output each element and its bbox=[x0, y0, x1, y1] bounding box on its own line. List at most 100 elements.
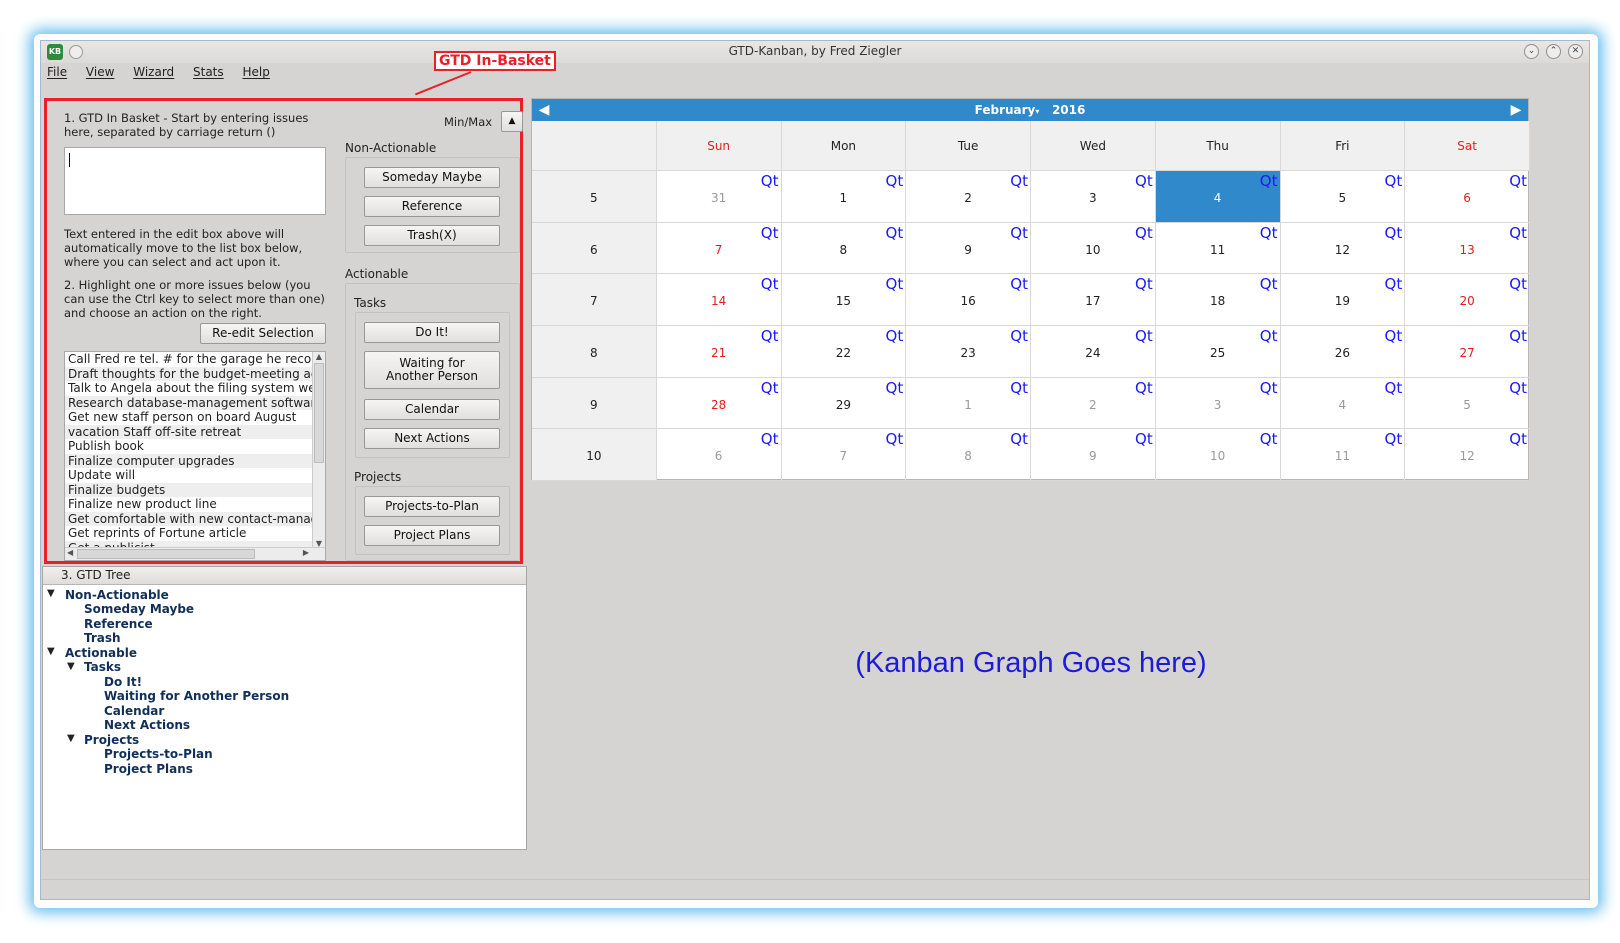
calendar-day-cell[interactable]: Qt 8 bbox=[906, 429, 1031, 481]
tree-node-tasks[interactable]: Tasks bbox=[84, 660, 121, 674]
calendar-day-cell[interactable]: Qt 15 bbox=[781, 274, 907, 326]
calendar-day-cell[interactable]: Qt 22 bbox=[781, 326, 907, 378]
list-vertical-scrollbar[interactable]: ▲ ▼ bbox=[312, 352, 325, 548]
tree-node-projects-to-plan[interactable]: Projects-to-Plan bbox=[104, 747, 213, 761]
list-item[interactable]: Draft thoughts for the budget-meeting ag… bbox=[65, 366, 313, 381]
menu-help[interactable]: Help bbox=[242, 63, 269, 81]
calendar-day-cell[interactable]: Qt 26 bbox=[1280, 326, 1406, 378]
tree-node-calendar[interactable]: Calendar bbox=[104, 704, 164, 718]
do-it-button[interactable]: Do It! bbox=[364, 322, 500, 343]
calendar-day-cell[interactable]: Qt 6 bbox=[1405, 171, 1530, 223]
issue-entry-input[interactable] bbox=[64, 147, 326, 215]
tree-node-projects[interactable]: Projects bbox=[84, 733, 139, 747]
calendar-day-cell[interactable]: Qt 4 bbox=[1155, 171, 1281, 223]
someday-maybe-button[interactable]: Someday Maybe bbox=[364, 167, 500, 188]
gtd-tree[interactable]: 3. GTD Tree ▼ Non-Actionable Someday May… bbox=[42, 566, 527, 850]
close-button[interactable]: ✕ bbox=[1568, 44, 1583, 59]
re-edit-selection-button[interactable]: Re-edit Selection bbox=[200, 323, 326, 344]
calendar-day-cell[interactable]: Qt 2 bbox=[906, 171, 1031, 223]
calendar-day-cell[interactable]: Qt 25 bbox=[1155, 326, 1281, 378]
expand-arrow-icon[interactable]: ▼ bbox=[67, 732, 75, 746]
calendar-day-cell[interactable]: Qt 5 bbox=[1280, 171, 1406, 223]
calendar-day-cell[interactable]: Qt 16 bbox=[906, 274, 1031, 326]
list-item[interactable]: Update will bbox=[65, 468, 313, 483]
calendar-day-cell[interactable]: Qt 3 bbox=[1155, 377, 1281, 430]
list-item[interactable]: Publish book bbox=[65, 439, 313, 454]
tree-node-waiting-for[interactable]: Waiting for Another Person bbox=[104, 689, 289, 703]
tree-node-trash[interactable]: Trash bbox=[84, 631, 121, 645]
calendar-day-cell[interactable]: Qt 23 bbox=[906, 326, 1031, 378]
calendar-day-cell[interactable]: Qt 7 bbox=[656, 222, 782, 275]
waiting-for-button[interactable]: Waiting for Another Person bbox=[364, 351, 500, 389]
tree-node-non-actionable[interactable]: Non-Actionable bbox=[65, 588, 169, 602]
list-item[interactable]: Get reprints of Fortune article bbox=[65, 526, 313, 541]
calendar-day-cell[interactable]: Qt 7 bbox=[781, 429, 907, 481]
menu-wizard[interactable]: Wizard bbox=[133, 63, 174, 81]
calendar-year[interactable]: 2016 bbox=[1052, 103, 1085, 117]
next-actions-button[interactable]: Next Actions bbox=[364, 428, 500, 449]
list-item[interactable]: Talk to Angela about the filing system w… bbox=[65, 381, 313, 396]
calendar-day-cell[interactable]: Qt 10 bbox=[1031, 222, 1156, 275]
calendar-day-cell[interactable]: Qt 18 bbox=[1155, 274, 1281, 326]
title-bar[interactable]: KB GTD-Kanban, by Fred Ziegler ⌄ ⌃ ✕ bbox=[41, 41, 1589, 63]
calendar-button[interactable]: Calendar bbox=[364, 399, 500, 420]
calendar-day-cell[interactable]: Qt 1 bbox=[906, 377, 1031, 430]
tree-header[interactable]: 3. GTD Tree bbox=[43, 567, 526, 585]
menu-view[interactable]: View bbox=[86, 63, 114, 81]
calendar-day-cell[interactable]: Qt 13 bbox=[1405, 222, 1530, 275]
calendar-day-cell[interactable]: Qt 9 bbox=[1031, 429, 1156, 481]
calendar-day-cell[interactable]: Qt 10 bbox=[1155, 429, 1281, 481]
trash-button[interactable]: Trash(X) bbox=[364, 225, 500, 246]
list-horizontal-scrollbar[interactable]: ◀ ▶ bbox=[65, 547, 325, 560]
calendar-day-cell[interactable]: Qt 1 bbox=[781, 171, 907, 223]
calendar-day-cell[interactable]: Qt 2 bbox=[1031, 377, 1156, 430]
list-item[interactable]: Research database-management software on… bbox=[65, 395, 313, 410]
calendar-day-cell[interactable]: Qt 8 bbox=[781, 222, 907, 275]
list-item[interactable]: Finalize computer upgrades bbox=[65, 453, 313, 468]
list-item[interactable]: vacation Staff off-site retreat bbox=[65, 424, 313, 439]
list-item[interactable]: Finalize new product line bbox=[65, 497, 313, 512]
calendar-day-cell[interactable]: Qt 21 bbox=[656, 326, 782, 378]
minmax-button[interactable]: ▲ bbox=[501, 111, 523, 132]
calendar-day-cell[interactable]: Qt 9 bbox=[906, 222, 1031, 275]
list-item[interactable]: Get new staff person on board August bbox=[65, 410, 313, 425]
reference-button[interactable]: Reference bbox=[364, 196, 500, 217]
list-item[interactable]: Finalize budgets bbox=[65, 482, 313, 497]
expand-arrow-icon[interactable]: ▼ bbox=[67, 660, 75, 674]
calendar-day-cell[interactable]: Qt 24 bbox=[1031, 326, 1156, 378]
calendar-day-cell[interactable]: Qt 4 bbox=[1280, 377, 1406, 430]
calendar-day-cell[interactable]: Qt 17 bbox=[1031, 274, 1156, 326]
menu-stats[interactable]: Stats bbox=[193, 63, 224, 81]
minimize-button[interactable]: ⌄ bbox=[1524, 44, 1539, 59]
tree-node-project-plans[interactable]: Project Plans bbox=[104, 762, 193, 776]
tree-node-do-it[interactable]: Do It! bbox=[104, 675, 142, 689]
calendar-month[interactable]: February bbox=[975, 103, 1036, 117]
calendar-day-cell[interactable]: Qt 3 bbox=[1031, 171, 1156, 223]
calendar-day-cell[interactable]: Qt 11 bbox=[1155, 222, 1281, 275]
calendar-day-cell[interactable]: Qt 12 bbox=[1280, 222, 1406, 275]
tree-node-actionable[interactable]: Actionable bbox=[65, 646, 137, 660]
calendar-day-cell[interactable]: Qt 19 bbox=[1280, 274, 1406, 326]
calendar-day-cell[interactable]: Qt 29 bbox=[781, 377, 907, 430]
calendar-day-cell[interactable]: Qt 31 bbox=[656, 171, 782, 223]
project-plans-button[interactable]: Project Plans bbox=[364, 525, 500, 546]
menu-file[interactable]: File bbox=[47, 63, 67, 81]
tree-node-someday-maybe[interactable]: Someday Maybe bbox=[84, 602, 194, 616]
expand-arrow-icon[interactable]: ▼ bbox=[47, 587, 55, 601]
tree-node-next-actions[interactable]: Next Actions bbox=[104, 718, 190, 732]
calendar-day-cell[interactable]: Qt 20 bbox=[1405, 274, 1530, 326]
calendar-day-cell[interactable]: Qt 5 bbox=[1405, 377, 1530, 430]
maximize-button[interactable]: ⌃ bbox=[1546, 44, 1561, 59]
calendar-day-cell[interactable]: Qt 11 bbox=[1280, 429, 1406, 481]
prev-month-arrow-icon[interactable]: ◀ bbox=[536, 102, 552, 118]
list-item[interactable]: Call Fred re tel. # for the garage he re… bbox=[65, 352, 313, 367]
calendar-day-cell[interactable]: Qt 28 bbox=[656, 377, 782, 430]
next-month-arrow-icon[interactable]: ▶ bbox=[1508, 102, 1524, 118]
in-basket-list[interactable]: Call Fred re tel. # for the garage he re… bbox=[64, 351, 326, 561]
calendar-day-cell[interactable]: Qt 14 bbox=[656, 274, 782, 326]
calendar-day-cell[interactable]: Qt 12 bbox=[1405, 429, 1530, 481]
expand-arrow-icon[interactable]: ▼ bbox=[47, 645, 55, 659]
list-item[interactable]: Get comfortable with new contact-managem… bbox=[65, 511, 313, 526]
projects-to-plan-button[interactable]: Projects-to-Plan bbox=[364, 496, 500, 517]
calendar-widget[interactable]: ◀ February▾ 2016 ▶ Sun Mon Tue Wed Thu Fri Sat… bbox=[531, 98, 1530, 481]
